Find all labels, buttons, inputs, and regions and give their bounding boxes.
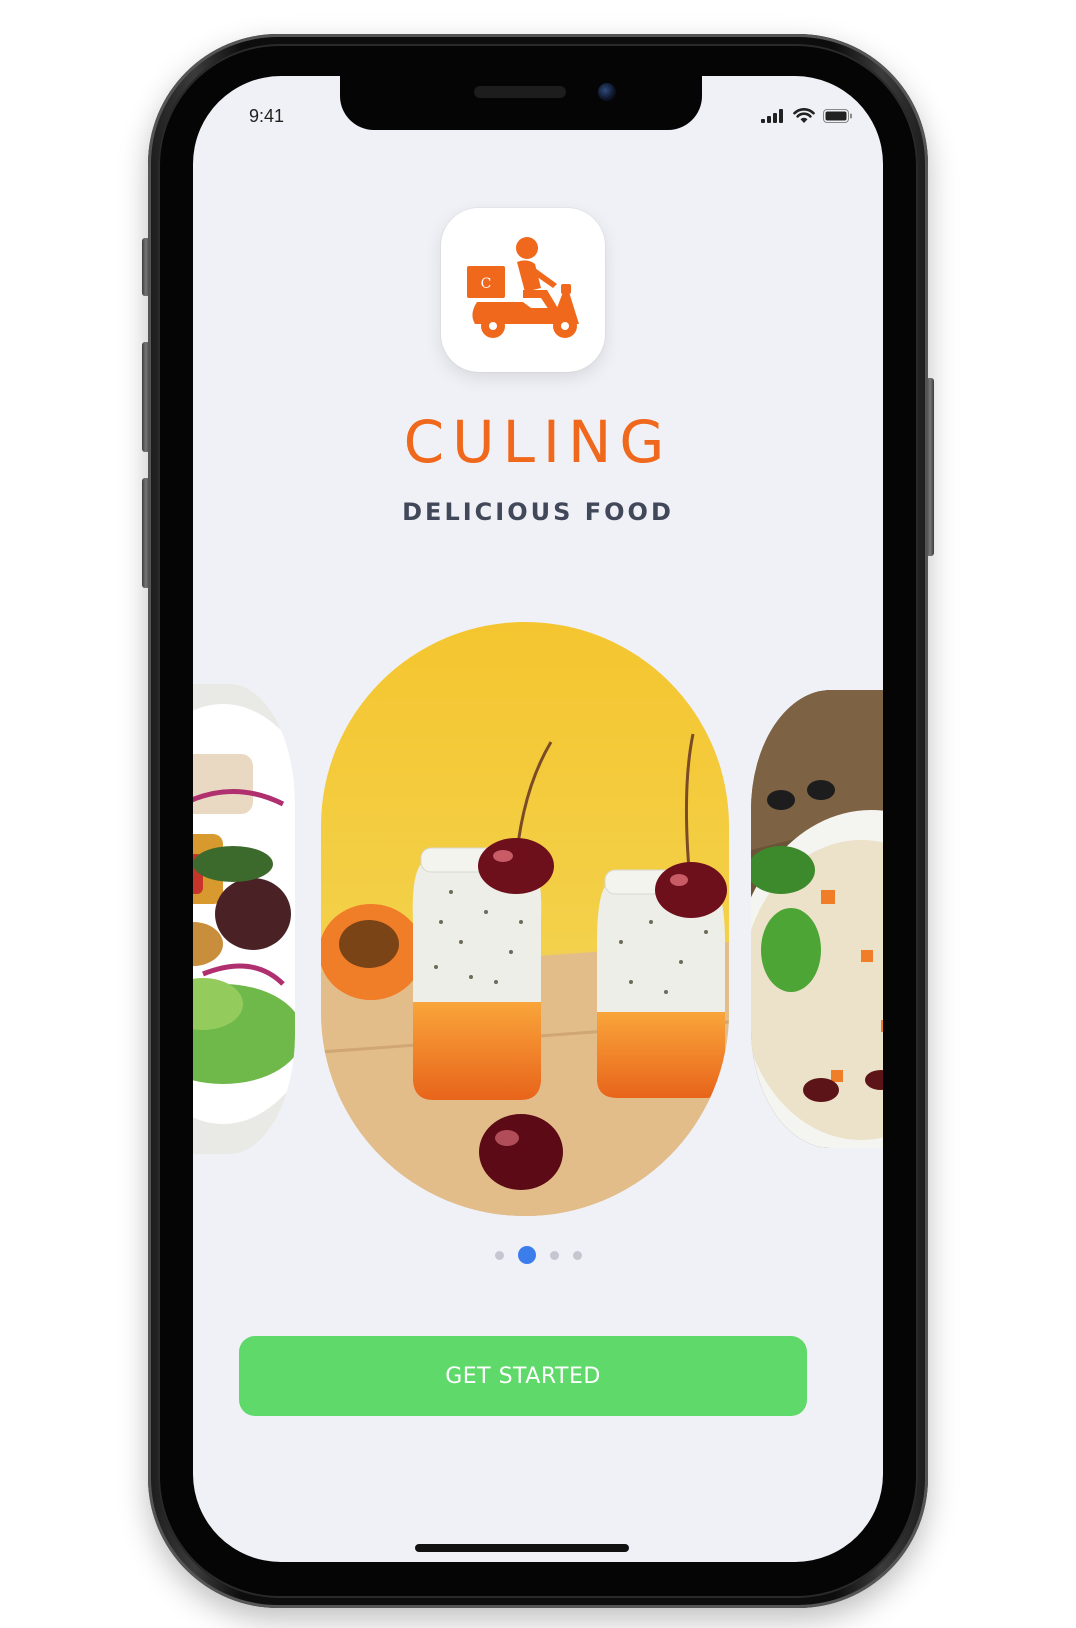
carousel-slide-salad[interactable]: [193, 684, 295, 1154]
get-started-button[interactable]: GET STARTED: [239, 1336, 807, 1416]
brand-name: CULING: [403, 408, 673, 476]
rice-image: [751, 690, 883, 1148]
chia-pudding-image: [321, 622, 729, 1216]
carousel-pagination: [193, 1246, 883, 1264]
app-logo: C: [441, 208, 605, 372]
carousel-slide-chia-pudding[interactable]: [321, 622, 729, 1216]
app-screen: 9:41 C CULING DELICIOUS FOOD GET STARTED: [193, 76, 883, 1562]
delivery-scooter-icon: C: [467, 237, 579, 338]
page-dot-2-active[interactable]: [517, 1246, 536, 1264]
page-dot-1[interactable]: [494, 1250, 504, 1260]
page-dot-4[interactable]: [572, 1250, 582, 1260]
status-icons: [761, 108, 853, 124]
page-dot-3[interactable]: [549, 1250, 559, 1260]
tagline: DELICIOUS FOOD: [402, 498, 674, 526]
notch: [340, 76, 702, 130]
home-indicator[interactable]: [415, 1544, 629, 1552]
battery-icon: [823, 109, 852, 123]
cellular-signal-icon: [761, 109, 783, 123]
logo-letter: C: [481, 276, 492, 292]
speaker-grille: [474, 86, 566, 98]
front-camera: [598, 83, 616, 101]
wifi-icon: [793, 108, 815, 123]
carousel-slide-rice[interactable]: [751, 690, 883, 1148]
status-time: 9:41: [249, 106, 285, 126]
salad-image: [193, 684, 295, 1154]
